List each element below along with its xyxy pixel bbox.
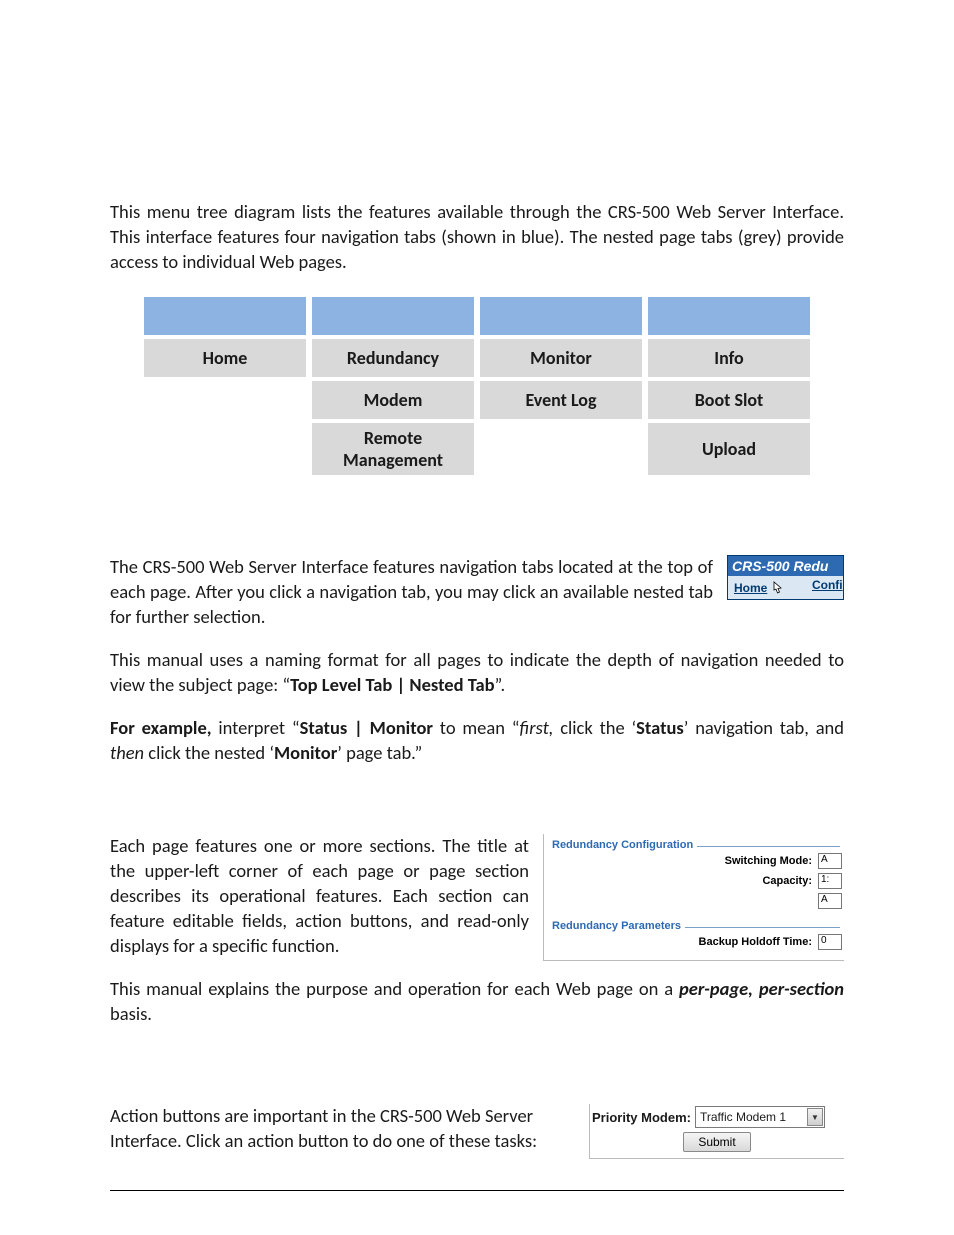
- submit-button[interactable]: Submit: [683, 1132, 750, 1152]
- navtabs-config-link[interactable]: Confi: [812, 578, 843, 597]
- nav-tab-blue: [648, 297, 810, 335]
- text: interpret “: [212, 716, 300, 739]
- backup-holdoff-label: Backup Holdoff Time:: [699, 936, 812, 948]
- text: ’ navigation tab, and: [684, 716, 844, 739]
- text: to mean “: [433, 716, 519, 739]
- text-bolditalic: per-page, per-section: [679, 977, 844, 1000]
- section-legend: Redundancy Configuration: [548, 839, 697, 851]
- nav-paragraph-3: For example, interpret “Status | Monitor…: [110, 716, 844, 766]
- switching-mode-label: Switching Mode:: [725, 855, 812, 867]
- backup-holdoff-field[interactable]: 0: [818, 934, 842, 950]
- sections-paragraph-1: Each page features one or more sections.…: [110, 834, 529, 959]
- redundancy-config-inset: Redundancy Configuration Switching Mode:…: [543, 834, 844, 961]
- switching-mode-field[interactable]: A: [818, 853, 842, 869]
- text-bold: Status | Monitor: [300, 716, 433, 739]
- nested-tab: Remote Management: [312, 423, 474, 475]
- text: click the ‘: [553, 716, 636, 739]
- nav-paragraph-2: This manual uses a naming format for all…: [110, 648, 844, 698]
- nested-tab: Home: [144, 339, 306, 377]
- nav-tab-blue: [480, 297, 642, 335]
- nested-tab: Boot Slot: [648, 381, 810, 419]
- text-italic: first,: [519, 716, 553, 739]
- nav-tab-blue: [144, 297, 306, 335]
- capacity-field-2[interactable]: A: [818, 893, 842, 909]
- text-italic: then: [110, 741, 144, 764]
- nested-tab: Info: [648, 339, 810, 377]
- text-bold: Top Level Tab | Nested Tab: [290, 673, 494, 696]
- text: ’ page tab.”: [337, 741, 422, 764]
- intro-paragraph: This menu tree diagram lists the feature…: [110, 200, 844, 275]
- chevron-down-icon: ▼: [807, 1108, 823, 1126]
- select-value: Traffic Modem 1: [700, 1110, 786, 1124]
- navtabs-home-link[interactable]: Home: [734, 581, 767, 595]
- priority-modem-label: Priority Modem:: [592, 1110, 691, 1125]
- text-bold: Monitor: [274, 741, 337, 764]
- priority-modem-select[interactable]: Traffic Modem 1 ▼: [695, 1106, 825, 1128]
- nested-tab: Modem: [312, 381, 474, 419]
- pointer-cursor-icon: [771, 581, 784, 595]
- text-bold: Status: [636, 716, 684, 739]
- nested-tab-empty: [144, 423, 306, 475]
- text: This manual explains the purpose and ope…: [110, 977, 679, 1000]
- sections-paragraph-2: This manual explains the purpose and ope…: [110, 977, 844, 1027]
- text: basis.: [110, 1002, 152, 1025]
- nested-tab: Monitor: [480, 339, 642, 377]
- nested-tab-empty: [144, 381, 306, 419]
- text: click the nested ‘: [144, 741, 274, 764]
- navtabs-inset: CRS-500 Redu Home Confi: [727, 555, 844, 600]
- text: ”.: [495, 673, 506, 696]
- text-bold: For example,: [110, 716, 212, 739]
- capacity-field[interactable]: 1:: [818, 873, 842, 889]
- nested-tab-empty: [480, 423, 642, 475]
- navtabs-inset-title: CRS-500 Redu: [728, 556, 843, 576]
- capacity-label: Capacity:: [762, 875, 812, 887]
- section-legend: Redundancy Parameters: [548, 920, 685, 932]
- menu-tree-table: Home Redundancy Monitor Info Modem Event…: [138, 293, 816, 479]
- nested-tab: Upload: [648, 423, 810, 475]
- nested-tab: Event Log: [480, 381, 642, 419]
- footer-rule: [110, 1190, 844, 1191]
- nav-tab-blue: [312, 297, 474, 335]
- nested-tab: Redundancy: [312, 339, 474, 377]
- action-paragraph-1: Action buttons are important in the CRS-…: [110, 1104, 575, 1154]
- priority-modem-inset: Priority Modem: Traffic Modem 1 ▼ Submit: [589, 1104, 844, 1159]
